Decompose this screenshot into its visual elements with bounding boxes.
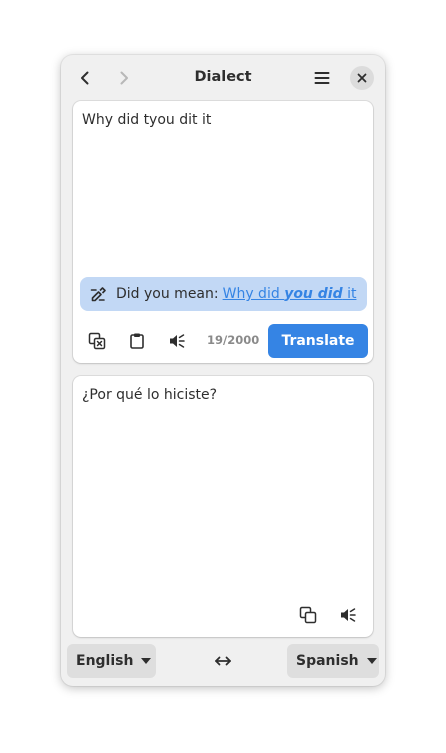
swap-languages-button[interactable]: [209, 649, 237, 673]
clipboard-icon: [128, 332, 146, 350]
pan-down-icon: [366, 658, 377, 664]
suggestion-link[interactable]: Why did you did it: [223, 286, 357, 302]
source-text-card: Why did tyou dit it Did you mean: Why di…: [73, 101, 373, 363]
translation-card: ¿Por qué lo hiciste?: [73, 376, 373, 637]
suggestion-label: Did you mean:: [116, 286, 219, 302]
main-menu-button[interactable]: [310, 65, 334, 91]
window-close-icon: [357, 73, 367, 83]
spelling-suggestion: Did you mean: Why did you did it: [80, 277, 367, 311]
language-bar: English Spanish: [61, 644, 385, 678]
header-bar: Dialect: [61, 55, 385, 101]
character-counter: 19/2000: [207, 333, 260, 347]
target-language-dropdown[interactable]: Spanish: [287, 644, 379, 678]
speaker-icon: [168, 332, 186, 350]
open-menu-icon: [314, 70, 330, 86]
clear-button[interactable]: [84, 328, 110, 354]
source-language-dropdown[interactable]: English: [67, 644, 156, 678]
copy-button[interactable]: [295, 602, 321, 628]
close-button[interactable]: [350, 66, 374, 90]
suggestion-link-suffix: it: [342, 286, 357, 302]
translate-button[interactable]: Translate: [268, 324, 368, 358]
listen-source-button[interactable]: [164, 328, 190, 354]
pan-down-icon: [141, 658, 152, 664]
suggestion-link-bold: you did: [284, 286, 343, 302]
target-language-label: Spanish: [296, 653, 359, 669]
source-language-label: English: [76, 653, 134, 669]
source-text-input[interactable]: Why did tyou dit it: [82, 111, 364, 129]
edit-clear-icon: [88, 332, 106, 350]
speaker-icon: [339, 606, 357, 624]
edit-suggestion-icon: [90, 285, 108, 303]
translation-text: ¿Por qué lo hiciste?: [82, 387, 218, 403]
swap-horizontal-icon: [214, 654, 232, 668]
paste-button[interactable]: [124, 328, 150, 354]
listen-translation-button[interactable]: [335, 602, 361, 628]
suggestion-link-prefix: Why did: [222, 286, 285, 302]
app-window: Dialect Why did tyou dit it Did you mean…: [61, 55, 385, 686]
copy-icon: [299, 606, 317, 624]
window-title: Dialect: [194, 69, 252, 85]
